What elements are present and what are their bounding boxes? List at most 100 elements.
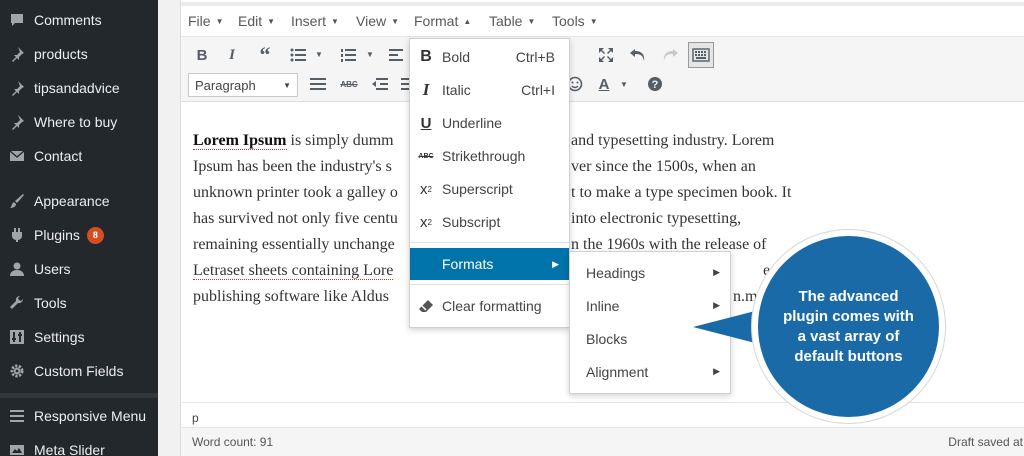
bullet-list-caret-icon[interactable]: ▼ xyxy=(314,50,324,59)
strikethrough-button[interactable]: ABC xyxy=(336,71,362,97)
strikethrough-icon: ABC xyxy=(340,79,358,89)
editor-toolbar: B I “ ▼ ▼ Paragraph ▼ ABC A ▼ ? xyxy=(181,36,1024,102)
paragraph-format-value: Paragraph xyxy=(195,77,256,93)
redo-icon xyxy=(663,49,678,61)
menu-item-label: Subscript xyxy=(442,214,501,230)
sidebar-item-contact[interactable]: Contact xyxy=(0,141,158,171)
eraser-icon xyxy=(410,299,442,313)
redo-button[interactable] xyxy=(657,42,683,68)
strikethrough-icon: ABC xyxy=(418,152,434,160)
submenu-alignment-item[interactable]: Alignment ▶ xyxy=(570,355,730,388)
menu-tools[interactable]: Tools ▼ xyxy=(552,13,598,29)
numbered-list-button[interactable] xyxy=(335,42,361,68)
caret-down-icon: ▼ xyxy=(391,17,400,26)
editor-menubar: File ▼ Edit ▼ Insert ▼ View ▼ Format ▲ Table ▼… xyxy=(181,2,1024,36)
bold-lead-text: Lorem Ipsum xyxy=(193,132,287,150)
comment-icon xyxy=(0,12,34,28)
format-superscript-item[interactable]: x2 Superscript xyxy=(410,173,569,205)
format-underline-item[interactable]: U Underline xyxy=(410,107,569,139)
content-text: remaining essentially unchange xyxy=(193,236,395,253)
toolbar-toggle-button[interactable] xyxy=(688,42,714,68)
sidebar-item-users[interactable]: Users xyxy=(0,254,158,284)
sidebar-item-custom-fields[interactable]: Custom Fields xyxy=(0,356,158,386)
superscript-icon: x2 xyxy=(420,180,432,198)
bold-button[interactable]: B xyxy=(189,42,215,68)
underline-icon: U xyxy=(420,114,432,132)
sidebar-item-comments[interactable]: Comments xyxy=(0,5,158,35)
bullet-list-icon xyxy=(290,48,306,62)
menu-label: Edit xyxy=(238,13,263,29)
sidebar-item-meta-slider[interactable]: Meta Slider xyxy=(0,435,158,456)
plugin-icon xyxy=(0,227,34,243)
text-color-caret-icon[interactable]: ▼ xyxy=(619,80,629,89)
content-text: is simply dumm xyxy=(286,132,394,149)
chevron-right-icon: ▶ xyxy=(713,267,720,277)
text-color-icon: A xyxy=(598,75,610,93)
wordcount-bar: Word count: 91 Draft saved at xyxy=(181,427,1024,456)
content-text: into electronic typesetting, xyxy=(571,210,742,227)
paragraph-format-select[interactable]: Paragraph ▼ xyxy=(188,73,298,97)
menu-format[interactable]: Format ▲ xyxy=(414,13,471,29)
pin-icon xyxy=(0,80,34,96)
word-count: Word count: 91 xyxy=(192,435,274,449)
gear-icon xyxy=(0,363,34,379)
fullscreen-button[interactable] xyxy=(593,42,619,68)
menu-item-label: Inline xyxy=(586,297,620,314)
format-formats-item[interactable]: Formats ▶ xyxy=(410,248,569,280)
sidebar-item-label: products xyxy=(34,46,88,62)
sidebar-item-tools[interactable]: Tools xyxy=(0,288,158,318)
menu-label: Table xyxy=(489,13,523,29)
align-justify-button[interactable] xyxy=(305,71,331,97)
sidebar-item-label: Settings xyxy=(34,329,85,345)
italic-button[interactable]: I xyxy=(219,42,245,68)
user-icon xyxy=(0,261,34,277)
sidebar-item-label: Custom Fields xyxy=(34,363,124,379)
draft-saved-status: Draft saved at xyxy=(948,435,1023,449)
sidebar-item-tipsandadvice[interactable]: tipsandadvice xyxy=(0,73,158,103)
chevron-right-icon: ▶ xyxy=(552,258,559,269)
undo-button[interactable] xyxy=(625,42,651,68)
format-subscript-item[interactable]: x2 Subscript xyxy=(410,206,569,238)
bullet-list-button[interactable] xyxy=(285,42,311,68)
menu-file[interactable]: File ▼ xyxy=(188,13,223,29)
align-left-button[interactable] xyxy=(384,42,410,68)
caret-down-icon: ▼ xyxy=(283,80,291,90)
blockquote-button[interactable]: “ xyxy=(252,42,278,68)
menu-insert[interactable]: Insert ▼ xyxy=(291,13,339,29)
content-text: Letraset sheets containing Lore xyxy=(193,262,394,280)
align-left-icon xyxy=(389,49,403,61)
content-text: Ipsum has been the industry's s xyxy=(193,158,392,175)
sidebar-item-responsive-menu[interactable]: Responsive Menu xyxy=(0,401,158,431)
chevron-right-icon: ▶ xyxy=(713,366,720,376)
element-path[interactable]: p xyxy=(192,411,199,425)
slider-icon xyxy=(0,443,34,456)
menu-edit[interactable]: Edit ▼ xyxy=(238,13,275,29)
content-text: has survived not only five centu xyxy=(193,210,398,227)
numbered-list-caret-icon[interactable]: ▼ xyxy=(365,50,375,59)
format-clear-formatting-item[interactable]: Clear formatting xyxy=(410,290,569,322)
format-strikethrough-item[interactable]: ABC Strikethrough xyxy=(410,140,569,172)
admin-sidebar: Comments products tipsandadvice Where to… xyxy=(0,0,158,456)
outdent-button[interactable] xyxy=(367,71,393,97)
outdent-icon xyxy=(372,78,388,90)
menu-divider xyxy=(410,242,569,243)
callout-text: The advanced plugin comes with a vast ar… xyxy=(783,287,914,365)
sidebar-item-appearance[interactable]: Appearance xyxy=(0,186,158,216)
caret-down-icon: ▼ xyxy=(331,17,339,26)
menu-view[interactable]: View ▼ xyxy=(356,13,399,29)
sidebar-item-label: Comments xyxy=(34,12,102,28)
sidebar-item-where-to-buy[interactable]: Where to buy xyxy=(0,107,158,137)
undo-icon xyxy=(630,49,645,61)
submenu-headings-item[interactable]: Headings ▶ xyxy=(570,256,730,289)
sidebar-item-products[interactable]: products xyxy=(0,39,158,69)
editor-top-strip xyxy=(181,2,1024,6)
format-italic-item[interactable]: I Italic Ctrl+I xyxy=(410,74,569,106)
text-color-button[interactable]: A xyxy=(591,71,617,97)
mail-icon xyxy=(0,149,34,163)
menu-table[interactable]: Table ▼ xyxy=(489,13,535,29)
svg-text:?: ? xyxy=(652,79,659,91)
help-button[interactable]: ? xyxy=(642,71,668,97)
sidebar-item-plugins[interactable]: Plugins 8 xyxy=(0,220,158,250)
format-bold-item[interactable]: B Bold Ctrl+B xyxy=(410,41,569,73)
sidebar-item-settings[interactable]: Settings xyxy=(0,322,158,352)
